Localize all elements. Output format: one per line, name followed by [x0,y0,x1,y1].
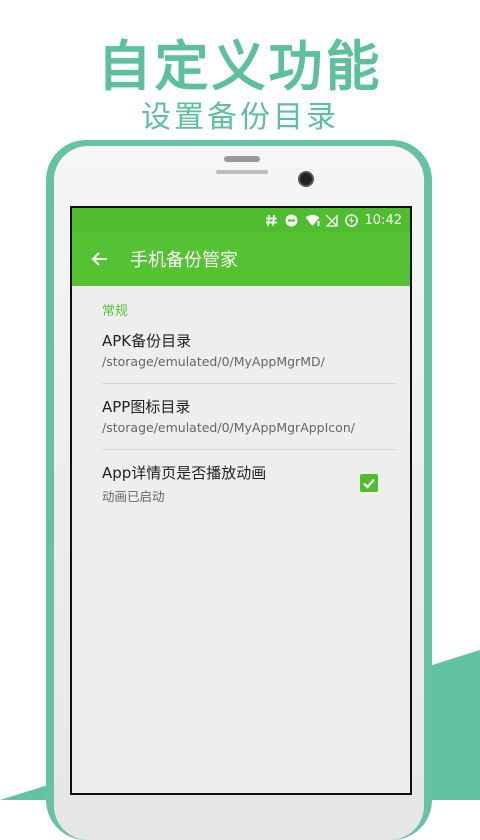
phone-frame: 10:42 手机备份管家 常规 APK备份目录 /storage/emulate… [46,140,432,840]
dnd-icon [285,214,298,227]
no-sim-icon [324,213,338,227]
arrow-left-icon[interactable] [72,232,128,286]
promo-subline: 设置备份目录 [141,100,339,135]
pref-title: APK备份目录 [102,332,192,350]
status-time: 10:42 [364,212,402,228]
phone-screen: 10:42 手机备份管家 常规 APK备份目录 /storage/emulate… [70,206,412,795]
hash-icon [265,214,278,227]
pref-summary: /storage/emulated/0/MyAppMgrAppIcon/ [102,420,355,435]
animation-checkbox[interactable] [360,474,378,492]
promo-headline: 自定义功能 [97,35,383,98]
pref-title: APP图标目录 [102,398,191,416]
pref-summary: /storage/emulated/0/MyAppMgrMD/ [102,354,325,369]
app-title: 手机备份管家 [130,250,238,271]
phone-speaker [216,170,268,174]
pref-apk-backup-dir[interactable]: APK备份目录 /storage/emulated/0/MyAppMgrMD/ [102,318,396,384]
phone-body: 10:42 手机备份管家 常规 APK备份目录 /storage/emulate… [54,146,424,840]
pref-app-icon-dir[interactable]: APP图标目录 /storage/emulated/0/MyAppMgrAppI… [102,384,396,450]
front-camera [298,171,314,187]
phone-sensor [224,156,260,162]
app-bar: 手机备份管家 [72,232,410,286]
wifi-icon [305,214,320,227]
pref-summary: 动画已启动 [102,489,165,504]
pref-title: App详情页是否播放动画 [102,464,267,482]
settings-list: APK备份目录 /storage/emulated/0/MyAppMgrMD/ … [72,318,410,519]
status-bar: 10:42 [72,208,410,232]
check-icon [363,478,375,489]
battery-charging-icon [344,213,358,227]
pref-detail-animation[interactable]: App详情页是否播放动画 动画已启动 [102,450,396,519]
section-label-general: 常规 [102,304,129,319]
